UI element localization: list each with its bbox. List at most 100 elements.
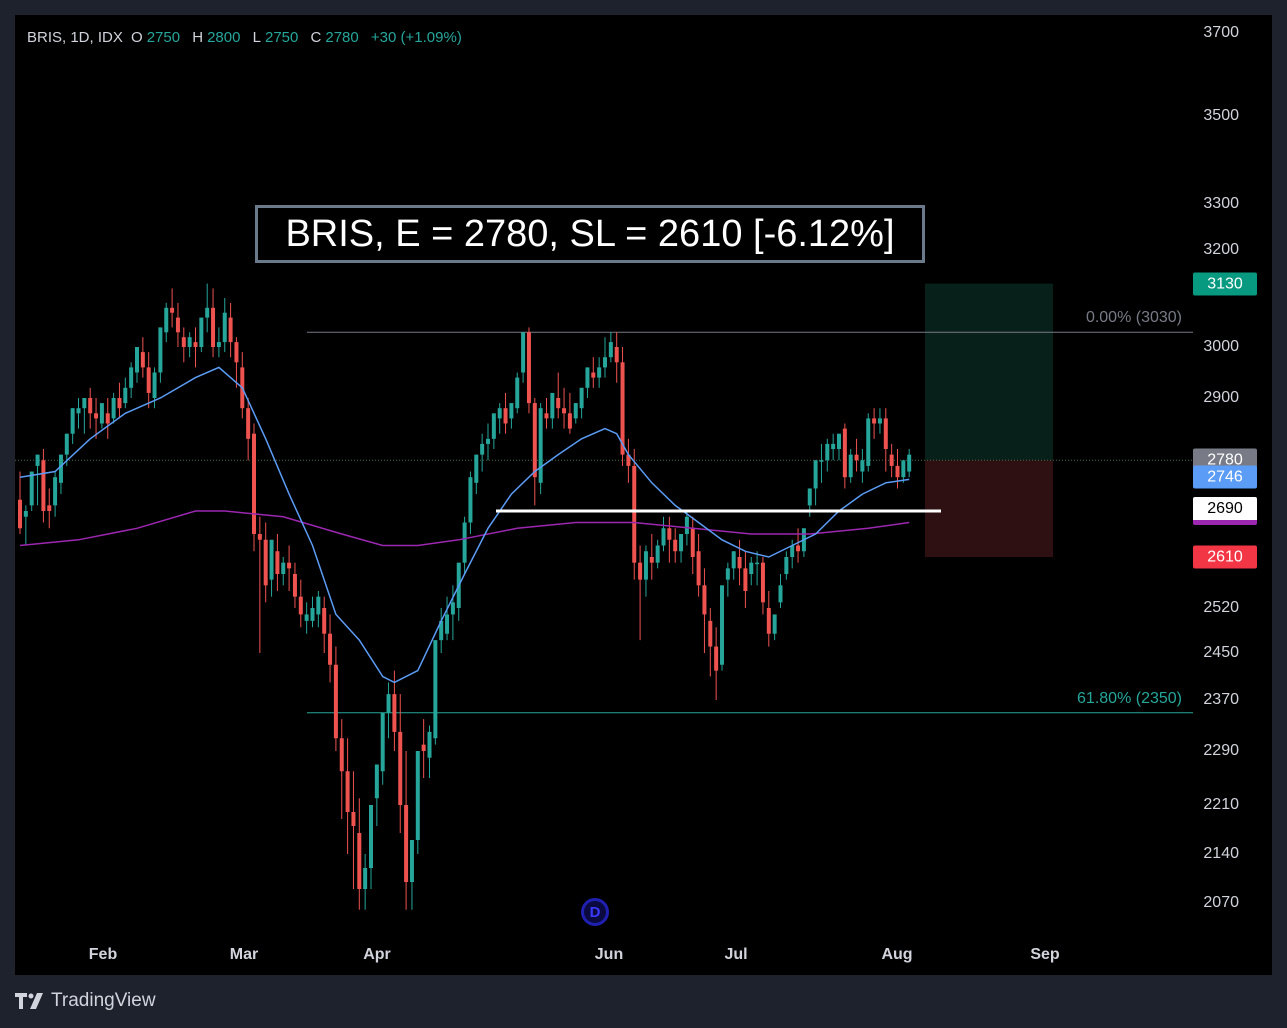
symbol-header: BRIS, 1D, IDX O 2750 H 2800 L 2750 C 2780 +3…	[27, 29, 466, 46]
candle-body	[316, 596, 321, 615]
candle-body	[140, 352, 145, 368]
candle-body	[778, 585, 783, 603]
dividend-marker[interactable]: D	[581, 898, 609, 926]
candle-body	[269, 539, 274, 580]
candle-body	[374, 764, 379, 799]
change-value: +30 (+1.09%)	[370, 29, 462, 46]
candle-body	[667, 528, 672, 540]
candle-body	[714, 646, 719, 671]
candle-body	[649, 557, 654, 563]
tradingview-icon	[15, 993, 43, 1009]
trade-annotation[interactable]: BRIS, E = 2780, SL = 2610 [-6.12%]	[255, 205, 925, 263]
candle-body	[64, 433, 69, 455]
candle-body	[480, 443, 485, 455]
candle-body	[684, 516, 689, 534]
candle-body	[328, 633, 333, 665]
chart-panel[interactable]: BRIS, 1D, IDX O 2750 H 2800 L 2750 C 2780 +3…	[15, 15, 1272, 975]
candle-body	[29, 471, 34, 506]
target-zone[interactable]	[925, 283, 1053, 461]
candle-body	[603, 357, 607, 368]
ma-short-price-tag: 2746	[1193, 465, 1257, 489]
candle-body	[708, 620, 713, 647]
candle-body	[404, 805, 409, 882]
candle-body	[275, 551, 280, 574]
candle-body	[82, 398, 87, 409]
candle-body	[164, 307, 169, 333]
candle-body	[509, 403, 514, 419]
candle-body	[322, 608, 327, 634]
price-tick-label: 3000	[1203, 338, 1239, 355]
candle-body	[117, 398, 122, 409]
candle-body	[766, 608, 771, 634]
candle-body	[175, 317, 180, 333]
candle-body	[743, 568, 748, 591]
candle-body	[88, 398, 93, 414]
candle-body	[749, 562, 754, 574]
candle-body	[597, 367, 602, 378]
candle-body	[842, 428, 847, 478]
candle-body	[357, 833, 362, 889]
tradingview-logo[interactable]: TradingView	[15, 990, 156, 1012]
candle-body	[573, 403, 578, 419]
candle-body	[23, 511, 28, 517]
candle-body	[848, 454, 853, 478]
candle-body	[35, 454, 40, 466]
candle-body	[18, 499, 22, 529]
candle-body	[99, 403, 104, 424]
candle-body	[755, 562, 760, 565]
candle-body	[292, 574, 297, 597]
candle-body	[819, 460, 824, 462]
candle-body	[380, 712, 385, 772]
candle-body	[298, 596, 303, 615]
candle-body	[790, 545, 795, 557]
candle-body	[608, 342, 613, 358]
candle-body	[661, 528, 666, 546]
low-value: L 2750	[252, 29, 299, 46]
candle-body	[907, 454, 912, 472]
price-chart[interactable]	[15, 15, 1272, 975]
stop-zone[interactable]	[925, 460, 1053, 557]
candle-body	[257, 534, 262, 540]
candle-body	[468, 477, 473, 523]
price-tick-label: 3300	[1203, 195, 1239, 212]
candle-body	[462, 522, 467, 563]
candle-body	[825, 443, 830, 461]
candle-body	[427, 731, 432, 758]
candle-body	[632, 465, 637, 563]
time-tick-label: Jun	[594, 946, 624, 963]
candle-body	[304, 614, 309, 621]
candle-body	[234, 342, 239, 363]
candle-body	[76, 408, 81, 414]
candle-body	[655, 545, 660, 563]
time-tick-label: Apr	[363, 946, 391, 963]
candle-body	[158, 327, 163, 373]
candle-body	[831, 443, 836, 449]
candle-body	[146, 367, 151, 393]
candle-body	[474, 454, 479, 483]
stop-loss-price-tag: 2610	[1193, 545, 1257, 569]
candle-body	[70, 408, 75, 434]
candle-body	[351, 812, 356, 826]
candle-body	[369, 805, 373, 868]
candle-body	[228, 317, 233, 343]
candle-body	[526, 332, 531, 404]
candle-body	[263, 539, 268, 586]
fib-top-label: 0.00% (3030)	[1085, 309, 1182, 327]
candle-body	[643, 551, 648, 580]
candle-body	[281, 562, 286, 574]
candle-body	[211, 307, 216, 347]
price-tick-label: 2070	[1203, 894, 1239, 911]
candle-body	[702, 585, 707, 615]
candle-body	[105, 413, 110, 424]
price-tick-label: 2520	[1203, 599, 1239, 616]
candle-body	[187, 337, 192, 347]
candle-body	[497, 408, 502, 419]
candle-body	[310, 608, 315, 621]
candle-body	[58, 454, 63, 483]
candle-body	[421, 744, 426, 751]
candle-body	[567, 413, 572, 429]
candle-body	[333, 664, 338, 739]
candle-body	[170, 307, 175, 313]
price-tick-label: 2450	[1203, 644, 1239, 661]
candle-body	[813, 460, 818, 489]
